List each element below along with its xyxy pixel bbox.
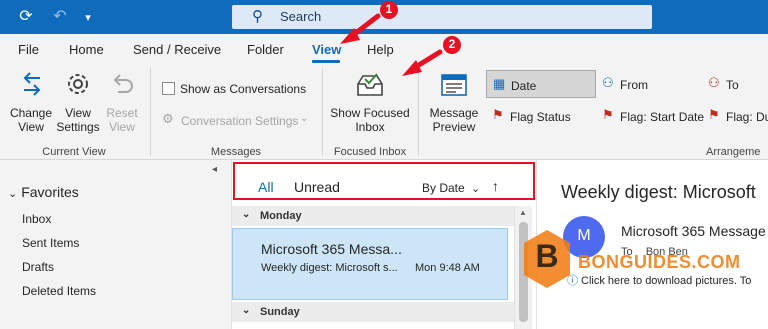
callout-1-number: 1	[385, 2, 393, 16]
message-time: Mon 9:48 AM	[415, 262, 480, 274]
day-group-label: Monday	[260, 210, 302, 222]
message-sender: Microsoft 365 Messa...	[261, 241, 402, 257]
annotation-highlight-box	[233, 162, 535, 200]
folder-drafts[interactable]: Drafts	[22, 260, 54, 274]
favorites-label: Favorites	[21, 184, 79, 200]
day-group-header[interactable]: ⌄ Sunday	[232, 302, 514, 322]
message-list-header: All Unread By Date ⌄ ↑	[232, 160, 536, 206]
scroll-up-icon[interactable]: ▲	[519, 208, 527, 217]
reading-subject: Weekly digest: Microsoft	[561, 182, 756, 202]
folder-inbox[interactable]: Inbox	[22, 212, 51, 226]
watermark-logo: B BONGUIDES.COM	[522, 228, 762, 296]
watermark-text: BONGUIDES.COM	[578, 252, 741, 272]
message-list: All Unread By Date ⌄ ↑ ⌄ Monday Microsof…	[232, 160, 536, 329]
favorites-header[interactable]: ⌄ Favorites	[8, 184, 79, 200]
chevron-down-icon: ⌄	[8, 188, 18, 200]
folder-sent-items[interactable]: Sent Items	[22, 236, 79, 250]
callout-2-number: 2	[448, 37, 456, 51]
day-group-label: Sunday	[260, 306, 300, 318]
day-group-header[interactable]: ⌄ Monday	[232, 206, 514, 226]
chevron-down-icon: ⌄	[242, 305, 251, 316]
watermark-letter: B	[535, 238, 559, 274]
folder-deleted-items[interactable]: Deleted Items	[22, 284, 96, 298]
message-subject: Weekly digest: Microsoft s...	[261, 262, 398, 274]
message-item[interactable]: Microsoft 365 Messa... Weekly digest: Mi…	[232, 228, 508, 300]
chevron-down-icon: ⌄	[242, 209, 251, 220]
annotation-overlay	[340, 1, 461, 76]
folder-pane: ◂ ⌄ Favorites Inbox Sent Items Drafts Del…	[0, 160, 232, 329]
collapse-pane-icon[interactable]: ◂	[212, 164, 217, 175]
